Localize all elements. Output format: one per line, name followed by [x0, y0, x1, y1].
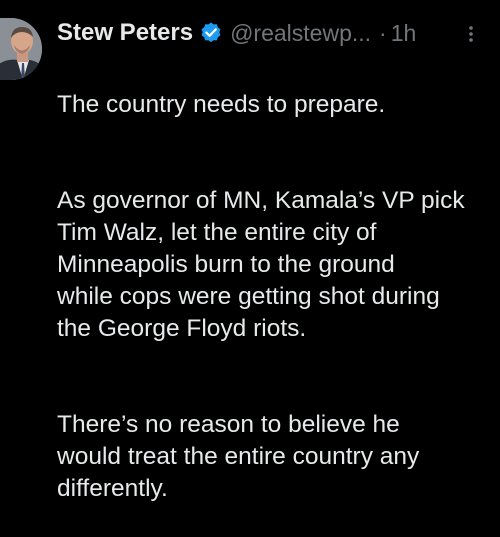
post-header: Stew Peters @realstewp... · 1h — [57, 14, 500, 52]
post-paragraph-2: As governor of MN, Kamala’s VP pick Tim … — [57, 187, 465, 342]
post-text: The country needs to prepare. As governo… — [57, 57, 497, 537]
post-content: Stew Peters @realstewp... · 1h The count… — [57, 14, 500, 537]
post-container[interactable]: Stew Peters @realstewp... · 1h The count… — [0, 0, 500, 502]
post-timestamp[interactable]: 1h — [391, 20, 417, 47]
post-paragraph-3: There’s no reason to believe he would tr… — [57, 411, 420, 502]
separator-dot: · — [379, 19, 387, 46]
author-name[interactable]: Stew Peters — [57, 19, 193, 47]
avatar[interactable] — [0, 18, 42, 80]
profile-photo — [0, 18, 42, 80]
verified-badge-icon — [199, 21, 223, 45]
author-handle[interactable]: @realstewp... — [230, 20, 371, 47]
post-paragraph-1: The country needs to prepare. — [57, 91, 386, 118]
more-vertical-icon[interactable] — [463, 22, 479, 46]
